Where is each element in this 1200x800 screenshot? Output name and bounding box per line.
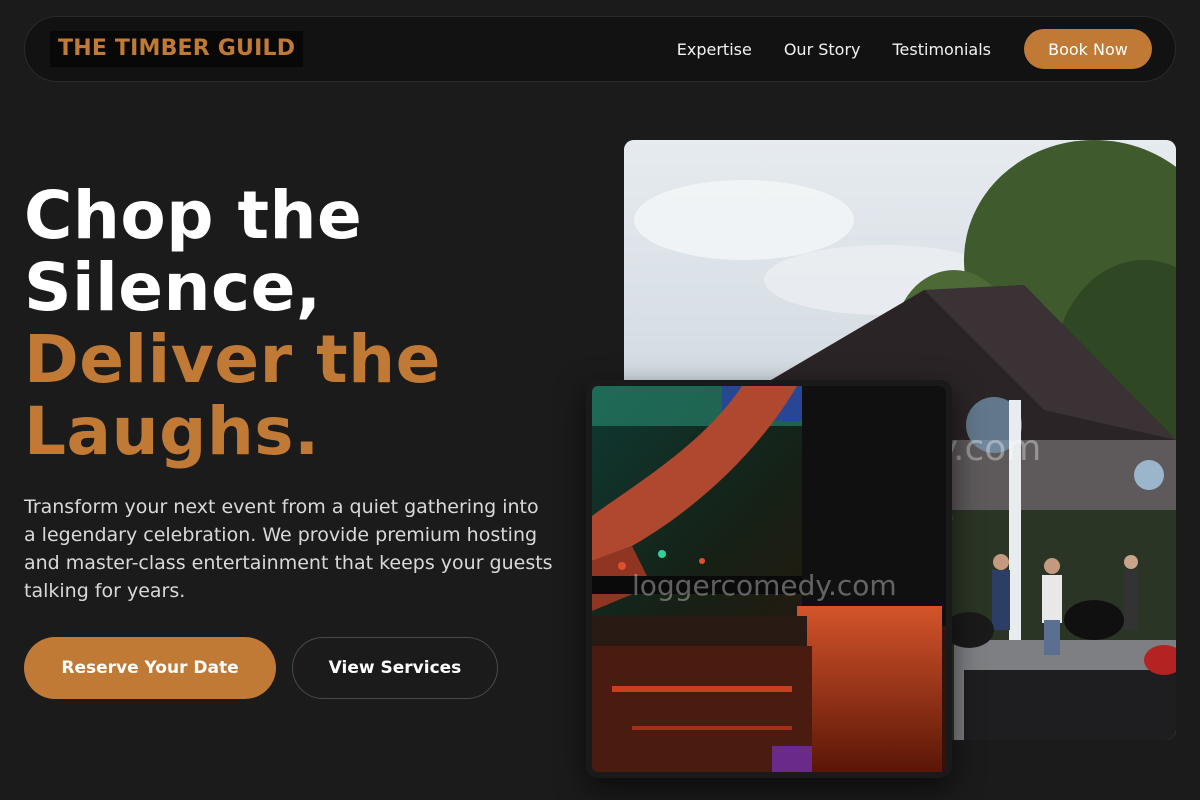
brand-logo[interactable]: THE TIMBER GUILD [50,31,304,67]
headline-line-2: Silence, [24,249,322,326]
nav-link-expertise[interactable]: Expertise [677,40,752,59]
view-services-button[interactable]: View Services [292,637,498,699]
nav-links: Expertise Our Story Testimonials [677,17,991,81]
book-now-button[interactable]: Book Now [1024,29,1152,69]
nav-link-our-story[interactable]: Our Story [784,40,861,59]
dj-booth-photo: loggercomedy.com [586,380,952,778]
hero-headline: Chop the Silence, Deliver the Laughs. [24,180,584,468]
headline-line-4: Laughs. [24,393,320,470]
top-navigation: THE TIMBER GUILD Expertise Our Story Tes… [24,16,1176,82]
headline-line-3: Deliver the [24,321,441,398]
landing-page: THE TIMBER GUILD Expertise Our Story Tes… [0,0,1200,800]
hero-description: Transform your next event from a quiet g… [24,496,553,602]
dj-photo-illustration [592,386,946,772]
headline-line-1: Chop the [24,177,363,254]
nav-link-testimonials[interactable]: Testimonials [893,40,992,59]
reserve-date-button[interactable]: Reserve Your Date [24,637,276,699]
